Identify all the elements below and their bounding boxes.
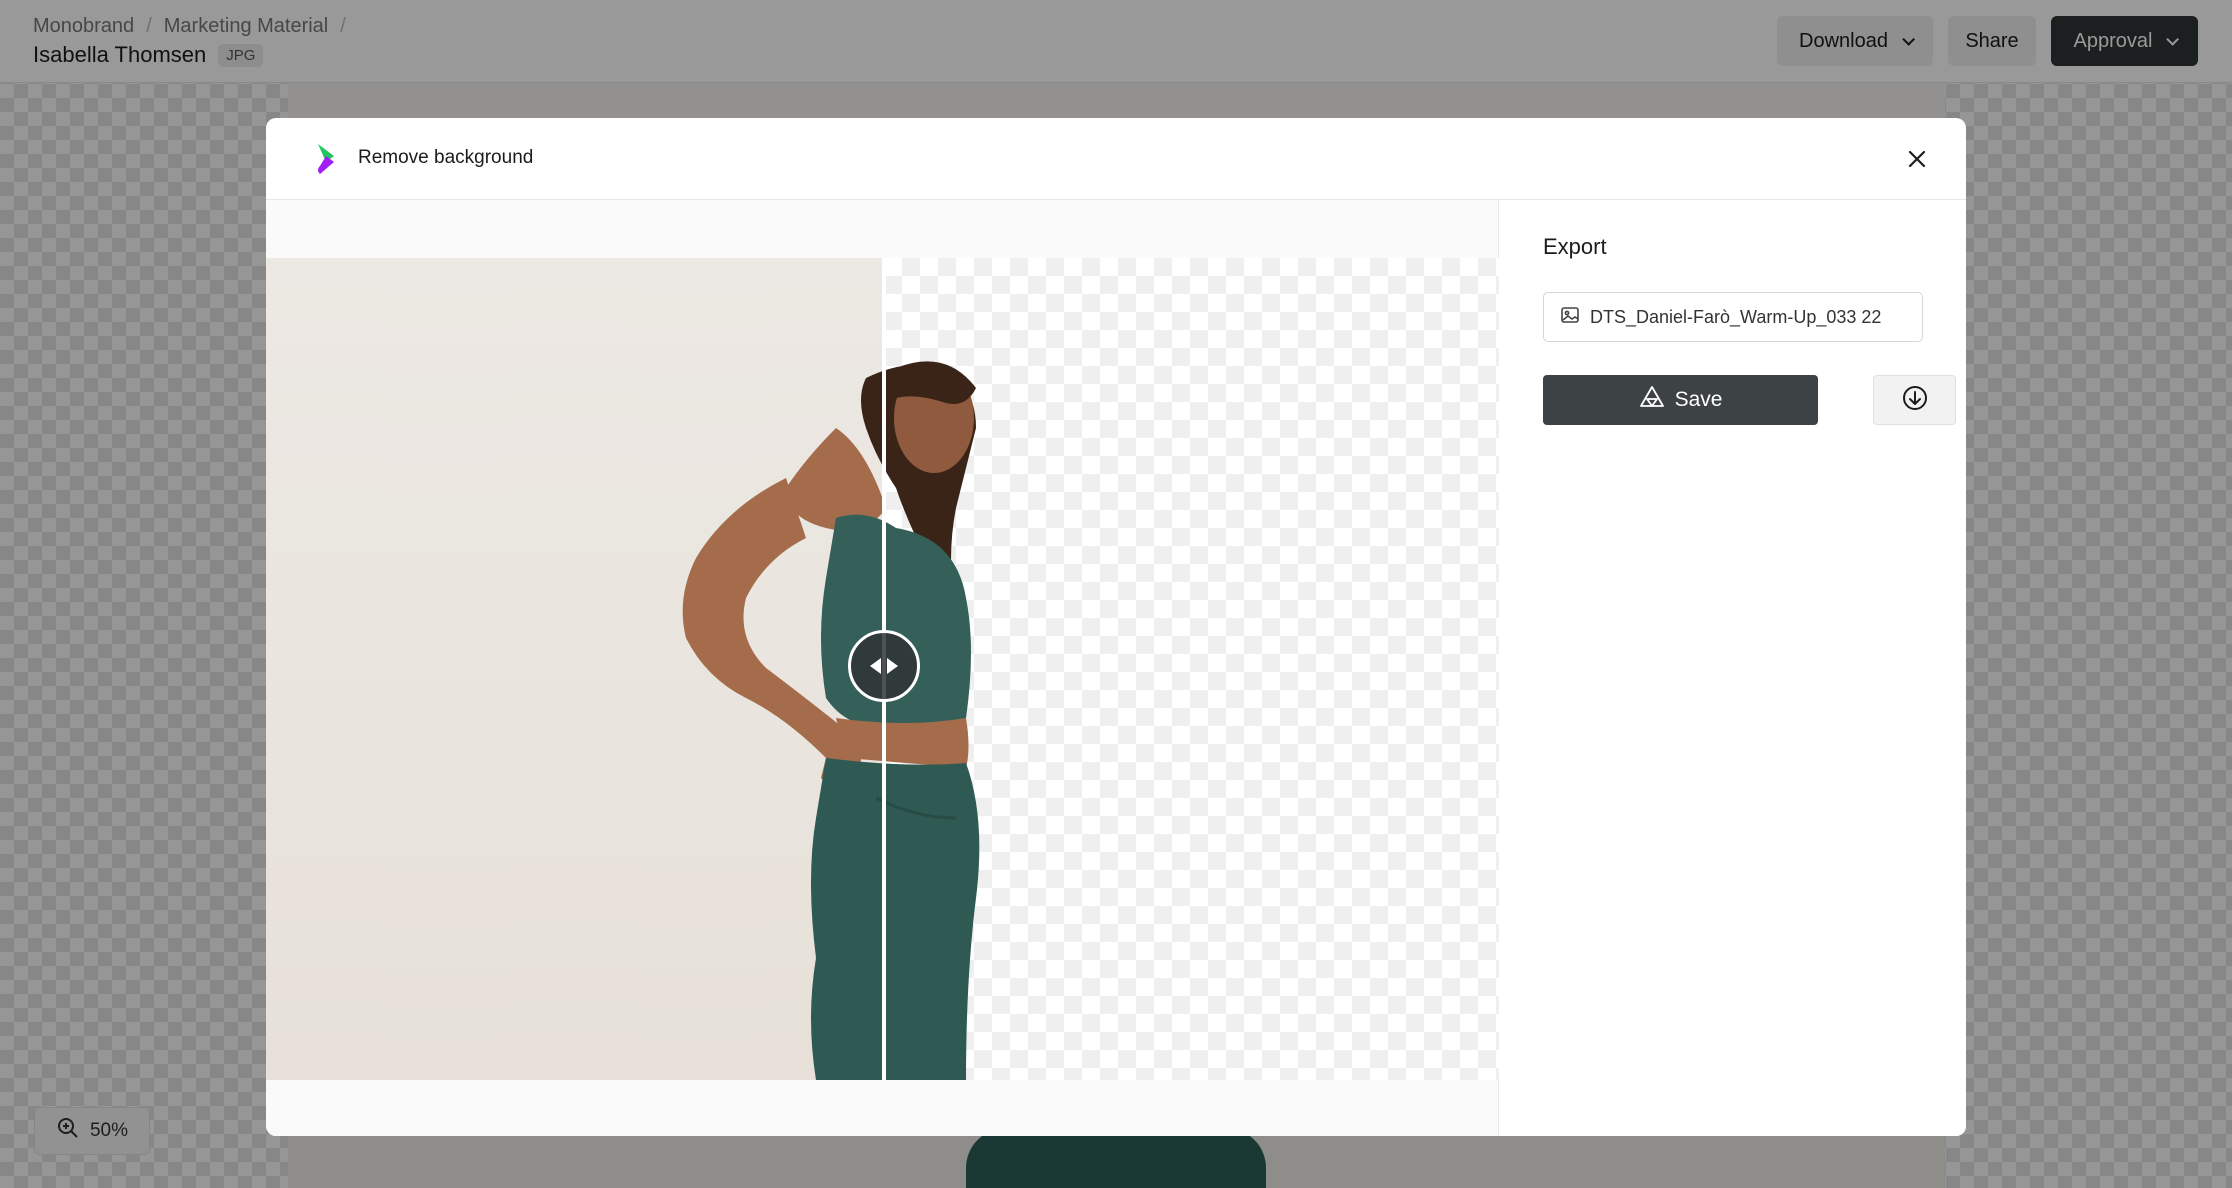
arrow-left-icon xyxy=(870,658,881,674)
modal-header: Remove background xyxy=(266,118,1966,200)
app-logo-icon xyxy=(314,142,338,176)
arrow-right-icon xyxy=(887,658,898,674)
before-after-comparison[interactable] xyxy=(266,258,1499,1080)
comparison-canvas xyxy=(266,200,1499,1136)
export-panel: Export DTS_Daniel-Farò_Warm-Up_033 22 Sa… xyxy=(1499,200,1966,1136)
download-circle-icon xyxy=(1902,385,1928,416)
filename-field[interactable]: DTS_Daniel-Farò_Warm-Up_033 22 xyxy=(1543,292,1923,342)
filename-value: DTS_Daniel-Farò_Warm-Up_033 22 xyxy=(1590,306,1882,327)
close-icon[interactable] xyxy=(1900,142,1934,176)
modal-title: Remove background xyxy=(358,147,534,168)
save-icon xyxy=(1639,385,1665,415)
comparison-slider-handle[interactable] xyxy=(848,630,920,702)
download-image-button[interactable] xyxy=(1873,375,1956,425)
image-icon xyxy=(1560,305,1580,330)
remove-background-modal: Remove background Export DTS_Daniel-Farò… xyxy=(266,118,1966,1136)
save-button-label: Save xyxy=(1674,388,1723,411)
export-title: Export xyxy=(1543,234,1607,259)
save-button[interactable]: Save xyxy=(1543,375,1818,425)
